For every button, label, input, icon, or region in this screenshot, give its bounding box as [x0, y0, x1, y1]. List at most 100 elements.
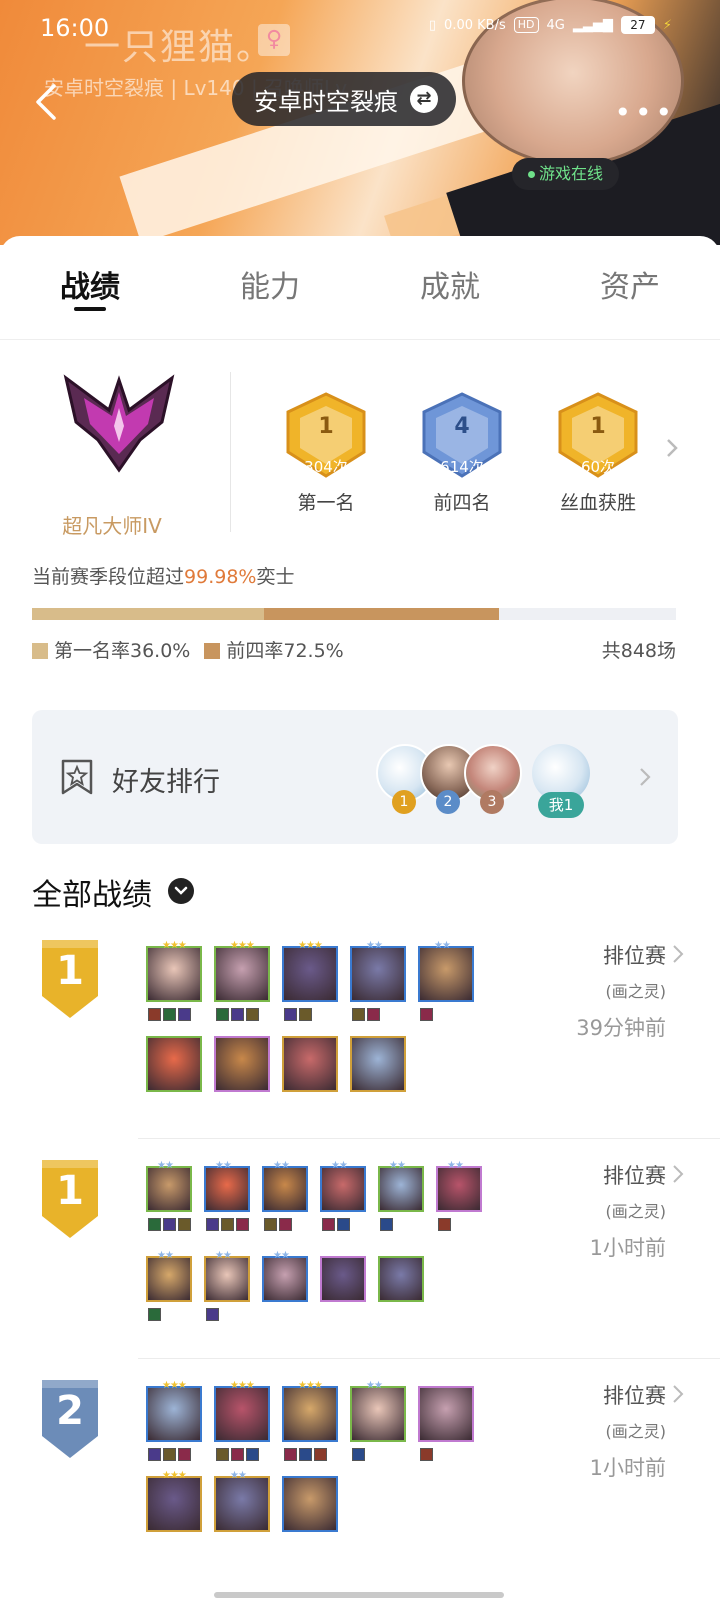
home-indicator[interactable] — [214, 1592, 504, 1598]
champion-unit[interactable]: ★★ — [146, 1160, 192, 1231]
champion-unit[interactable] — [418, 1386, 474, 1461]
champion-unit[interactable]: ★★ — [262, 1160, 308, 1231]
friend-ranking-card[interactable]: 好友排行 1 2 3 我1 — [32, 710, 678, 844]
charging-icon: ⚡ — [662, 17, 672, 33]
champion-unit[interactable] — [282, 1476, 338, 1532]
champion-unit[interactable]: ★★★ — [282, 940, 338, 1021]
filter-dropdown-icon[interactable] — [168, 878, 194, 904]
medal-narrow-win[interactable]: 1 60次 丝血获胜 — [530, 392, 666, 515]
item-icon — [322, 1218, 335, 1231]
star-level-icon: ★★★ — [162, 1470, 187, 1481]
item-list — [420, 1448, 433, 1461]
medal-number: 1 — [318, 414, 334, 439]
server-switch-button[interactable]: 安卓时空裂痕 ⇄ — [232, 72, 456, 126]
tab-bar: 战绩 能力 成就 资产 — [0, 236, 720, 340]
champion-unit[interactable]: ★★★ — [282, 1380, 338, 1461]
match-mode: (画之灵) — [605, 1202, 667, 1221]
more-icon[interactable]: ••• — [614, 96, 676, 129]
match-type: 排位赛 — [603, 944, 666, 968]
item-list — [206, 1218, 249, 1231]
chevron-right-icon[interactable] — [664, 436, 680, 460]
all-records-title: 全部战绩 — [32, 878, 152, 913]
champion-unit[interactable]: ★★ — [350, 940, 406, 1021]
tab-achievements[interactable]: 成就 — [360, 236, 540, 339]
champion-unit[interactable] — [350, 1036, 406, 1092]
item-icon — [178, 1218, 191, 1231]
placement-number: 1 — [56, 948, 84, 994]
champion-unit[interactable]: ★★ — [378, 1160, 424, 1231]
match-row[interactable]: 1 ★★★ ★★★ ★★★ ★★ ★★ 排位赛 (画之灵) 39分钟前 — [0, 940, 720, 1140]
star-level-icon: ★★ — [157, 1250, 174, 1261]
star-level-icon: ★★★ — [230, 1380, 255, 1391]
medal-shield: 4 614次 — [416, 392, 508, 482]
champion-unit[interactable]: ★★ — [204, 1160, 250, 1231]
item-icon — [163, 1008, 176, 1021]
item-icon — [380, 1218, 393, 1231]
network-label: 4G — [546, 17, 565, 33]
item-icon — [367, 1008, 380, 1021]
match-meta: 排位赛 (画之灵) 39分钟前 — [576, 940, 666, 1042]
swap-icon: ⇄ — [410, 85, 438, 113]
item-icon — [163, 1218, 176, 1231]
item-list — [284, 1448, 327, 1461]
champion-unit[interactable] — [146, 1036, 202, 1092]
top-four-rate-fill — [264, 608, 499, 620]
champion-unit[interactable]: ★★ — [320, 1160, 366, 1231]
friend-ranking-label: 好友排行 — [112, 767, 220, 798]
champion-unit[interactable]: ★★ — [204, 1250, 250, 1321]
champion-unit[interactable]: ★★ — [418, 940, 474, 1021]
medal-label: 第一名 — [297, 492, 355, 514]
item-icon — [279, 1218, 292, 1231]
medal-count: 304次 — [304, 458, 348, 476]
item-icon — [352, 1448, 365, 1461]
champion-unit[interactable]: ★★★ — [146, 1380, 202, 1461]
vibrate-icon: ▯ — [428, 17, 437, 33]
item-list — [380, 1218, 393, 1231]
star-level-icon: ★★ — [366, 940, 383, 951]
match-row[interactable]: 2 ★★★ ★★★ ★★★ ★★ ★★★ ★★ 排位赛 (画之灵) 1小时前 — [0, 1380, 720, 1580]
champion-unit[interactable]: ★★ — [350, 1380, 406, 1461]
medal-top-four[interactable]: 4 614次 前四名 — [394, 392, 530, 515]
champion-unit[interactable]: ★★★ — [146, 1470, 202, 1532]
tab-records[interactable]: 战绩 — [0, 236, 180, 339]
item-list — [148, 1448, 191, 1461]
placement-number: 2 — [56, 1388, 84, 1434]
champion-unit[interactable]: ★★★ — [214, 940, 270, 1021]
match-time: 39分钟前 — [576, 1016, 666, 1040]
medal-shield: 1 60次 — [552, 392, 644, 482]
medal-label: 前四名 — [433, 492, 491, 514]
champion-unit[interactable]: ★★★ — [214, 1380, 270, 1461]
back-icon[interactable] — [30, 82, 64, 122]
champion-unit[interactable] — [214, 1036, 270, 1092]
champion-unit[interactable] — [282, 1036, 338, 1092]
champion-unit[interactable]: ★★★ — [146, 940, 202, 1021]
top4-rate-legend: 前四率72.5% — [204, 636, 344, 663]
champion-unit[interactable]: ★★ — [436, 1160, 482, 1231]
champion-unit[interactable]: ★★ — [146, 1250, 192, 1321]
item-list — [322, 1218, 350, 1231]
rank-card[interactable]: 超凡大师IV — [32, 370, 232, 540]
rank-name: 超凡大师IV — [62, 514, 162, 538]
online-dot-icon — [528, 171, 535, 178]
tab-ability[interactable]: 能力 — [180, 236, 360, 339]
medal-label: 丝血获胜 — [559, 492, 636, 514]
item-list — [352, 1448, 365, 1461]
champion-unit[interactable] — [378, 1256, 424, 1302]
medal-first-place[interactable]: 1 304次 第一名 — [258, 392, 394, 515]
champion-unit[interactable]: ★★ — [214, 1470, 270, 1532]
item-icon — [231, 1008, 244, 1021]
match-row[interactable]: 1 ★★ ★★ ★★ ★★ ★★ ★★ ★★ ★★ ★★ 排位赛 (画之灵) 1小时前 — [0, 1160, 720, 1360]
item-icon — [246, 1448, 259, 1461]
item-list — [352, 1008, 380, 1021]
signal-icon: ▂▃▅▇ — [572, 17, 613, 33]
champion-unit[interactable]: ★★ — [262, 1250, 308, 1302]
medal-number: 1 — [590, 414, 606, 439]
star-level-icon: ★★ — [230, 1470, 247, 1481]
item-list — [438, 1218, 451, 1231]
item-icon — [206, 1308, 219, 1321]
item-icon — [420, 1008, 433, 1021]
profile-page: 16:00 一只狸猫。 ♀ 安卓时空裂痕 | Lv140 | 召唤师Lv ▯ 0… — [0, 0, 720, 1600]
champion-unit[interactable] — [320, 1256, 366, 1302]
tab-assets[interactable]: 资产 — [540, 236, 720, 339]
item-list — [264, 1218, 292, 1231]
